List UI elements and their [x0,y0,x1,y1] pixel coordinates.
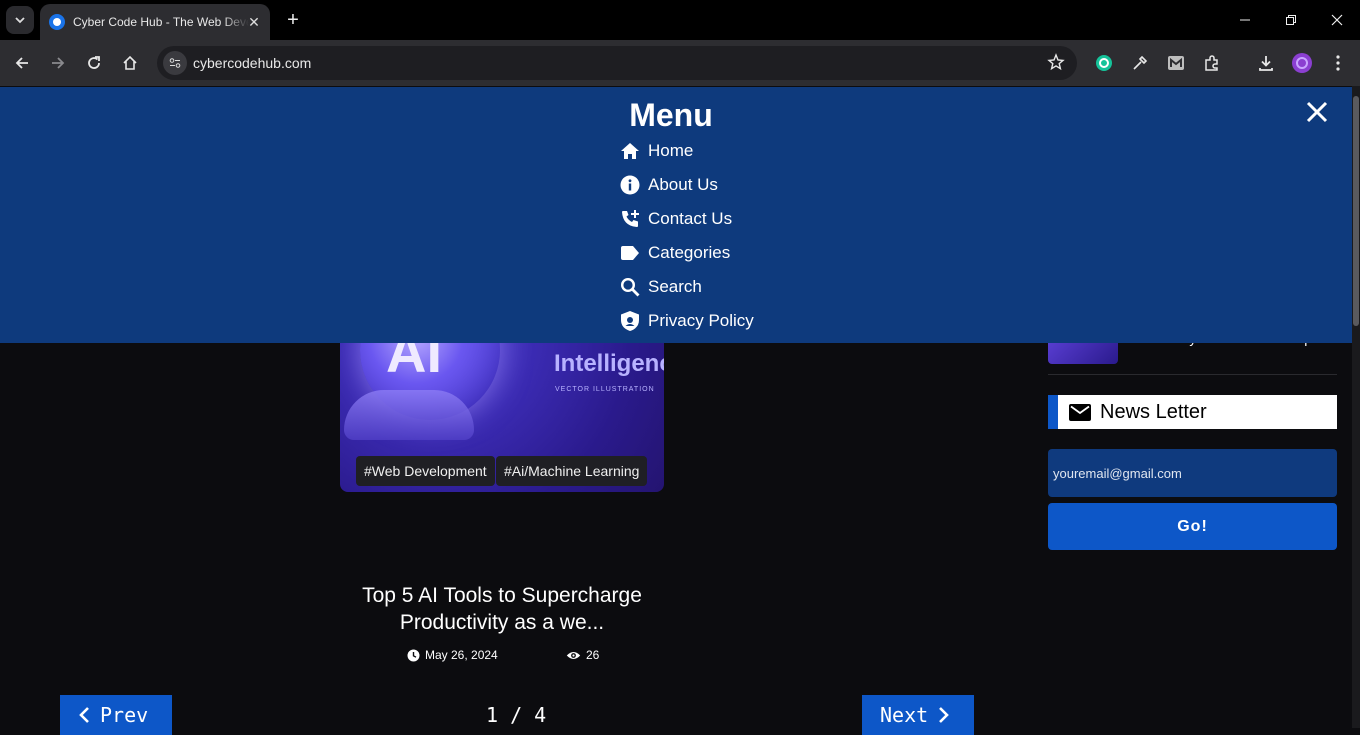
close-icon [1331,14,1343,26]
scrollbar-thumb[interactable] [1353,96,1359,326]
menu-item-label: Categories [648,243,731,262]
newsletter-heading: News Letter [1048,395,1337,429]
image-heading-line2: Intelligence [554,350,664,377]
menu-item-search[interactable]: Search [620,275,702,299]
chevron-right-icon [939,707,950,723]
reload-icon [88,56,100,69]
next-label: Next [880,703,929,727]
new-tab-button[interactable]: + [282,9,304,31]
close-menu-icon [1306,101,1328,123]
info-icon [620,175,640,195]
grammarly-extension-icon[interactable] [1092,51,1116,75]
bookmark-star-icon[interactable] [1047,53,1065,76]
mail-icon [1069,403,1091,421]
browser-toolbar: cybercodehub.com [0,40,1360,86]
menu-item-home[interactable]: Home [620,139,693,163]
tab-bar: Cyber Code Hub - The Web Developer ✕ + [0,0,1360,40]
menu-item-privacy-policy[interactable]: Privacy Policy [620,309,754,333]
label-icon [620,243,640,263]
home-icon [620,141,640,161]
menu-item-label: About Us [648,175,718,194]
chevron-down-icon [15,17,25,24]
close-window-button[interactable] [1314,0,1360,40]
arrow-right-icon [52,57,65,69]
prev-button[interactable]: Prev [60,695,172,735]
menu-item-label: Search [648,277,702,296]
tag-web-development[interactable]: #Web Development [356,456,495,486]
site-favicon-icon [49,14,65,30]
close-tab-icon[interactable]: ✕ [246,14,262,30]
minimize-icon [1240,19,1250,21]
post-title-line1: Top 5 AI Tools to Supercharge [362,584,642,607]
newsletter-heading-text: News Letter [1100,400,1207,423]
post-title[interactable]: Top 5 AI Tools to Supercharge Productivi… [340,582,664,636]
menu-item-categories[interactable]: Categories [620,241,730,265]
post-date: May 26, 2024 [407,648,498,662]
prev-label: Prev [100,703,149,727]
post-views: 26 [566,648,599,662]
image-caption: VECTOR ILLUSTRATION [555,386,655,393]
reload-button[interactable] [80,49,108,77]
menu-close-button[interactable] [1304,99,1330,125]
home-outline-icon [123,55,137,70]
forward-button[interactable] [44,49,72,77]
clock-icon [407,649,420,661]
eye-icon [566,651,581,659]
post-views-count: 26 [586,648,600,662]
site-info-icon[interactable] [163,51,187,75]
tab-list-button[interactable] [6,6,34,34]
newsletter-email-input[interactable] [1048,449,1337,497]
next-button[interactable]: Next [862,695,974,735]
menu-title: Menu [629,97,713,133]
url-text: cybercodehub.com [193,55,312,71]
newsletter-submit-button[interactable]: Go! [1048,503,1337,550]
downloads-icon[interactable] [1254,51,1278,75]
browser-tab[interactable]: Cyber Code Hub - The Web Developer ✕ [40,4,270,40]
color-picker-extension-icon[interactable] [1128,51,1152,75]
menu-overlay: Menu Home About Us Contact Us Categories… [0,87,1352,343]
menu-item-contact-us[interactable]: Contact Us [620,207,732,231]
chevron-left-icon [79,707,89,723]
page-indicator: 1 / 4 [486,703,547,727]
arrow-left-icon [15,57,28,69]
restore-icon [1286,15,1296,25]
restore-button[interactable] [1268,0,1314,40]
post-title-line2: Productivity as a we... [399,611,605,634]
shield-icon [620,311,640,331]
browser-menu-icon[interactable] [1326,51,1350,75]
sidebar-divider [1048,374,1337,375]
gmail-extension-icon[interactable] [1164,51,1188,75]
page-scrollbar[interactable] [1352,86,1360,728]
post-date-text: May 26, 2024 [425,648,498,662]
tag-ai-machine-learning[interactable]: #Ai/Machine Learning [496,456,648,486]
menu-item-label: Contact Us [648,209,733,228]
minimize-button[interactable] [1222,0,1268,40]
menu-item-about-us[interactable]: About Us [620,173,718,197]
profile-avatar-icon[interactable] [1290,51,1314,75]
hand-graphic [344,390,474,440]
menu-item-label: Privacy Policy [648,311,754,330]
back-button[interactable] [8,49,36,77]
home-button[interactable] [116,49,144,77]
phone-icon [620,209,640,229]
tab-title: Cyber Code Hub - The Web Developer [73,15,249,29]
menu-item-label: Home [648,141,694,160]
address-bar[interactable]: cybercodehub.com [157,46,1077,80]
extensions-puzzle-icon[interactable] [1200,51,1224,75]
search-icon [620,277,640,297]
